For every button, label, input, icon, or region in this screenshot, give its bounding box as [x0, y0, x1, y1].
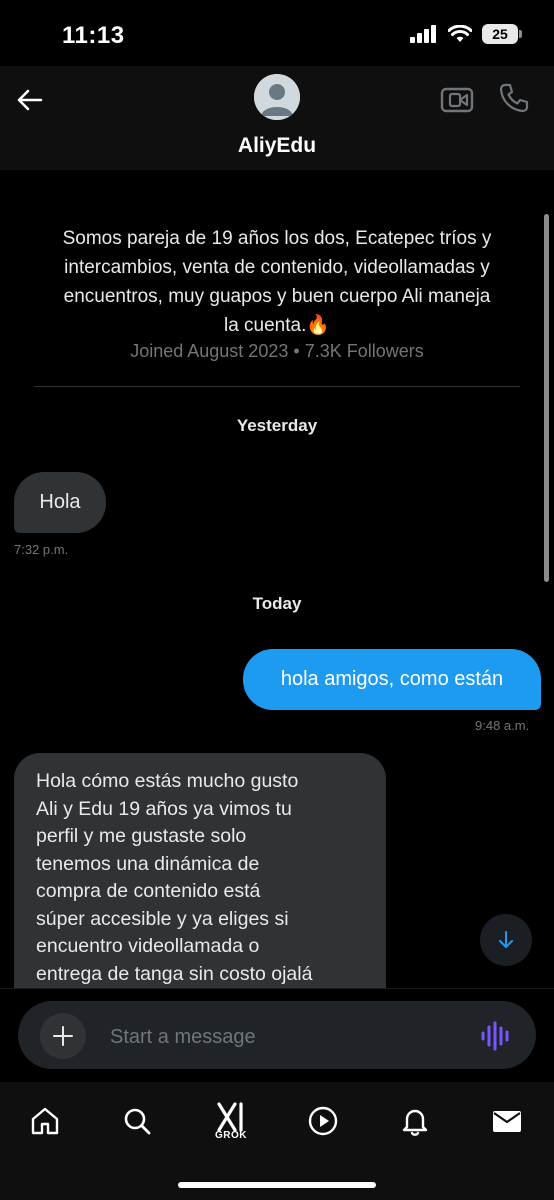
- day-label-yesterday: Yesterday: [236, 416, 318, 435]
- message-input[interactable]: [108, 1019, 452, 1055]
- message-composer: [18, 1001, 536, 1069]
- grok-icon: [217, 1101, 243, 1132]
- conversation-name[interactable]: AliyEdu: [0, 134, 554, 158]
- bottom-nav: GROK: [0, 1082, 554, 1200]
- avatar[interactable]: [254, 74, 300, 120]
- home-icon: [31, 1107, 59, 1135]
- search-icon: [124, 1108, 151, 1135]
- grok-label: GROK: [215, 1129, 247, 1141]
- scrollbar[interactable]: [544, 214, 549, 582]
- message-text: hola amigos, como están: [280, 668, 504, 690]
- message-bubble-outgoing[interactable]: hola amigos, como están: [243, 649, 541, 710]
- message-timestamp: 7:32 p.m.: [14, 542, 69, 557]
- add-media-button[interactable]: [40, 1013, 86, 1059]
- nav-notifications[interactable]: [392, 1098, 438, 1144]
- message-line: Hola cómo estás mucho gusto: [36, 770, 299, 792]
- voice-wave-icon[interactable]: [480, 1021, 512, 1051]
- status-bar: 11:13 25: [0, 0, 554, 66]
- avatar-icon: [254, 74, 300, 120]
- bell-icon: [402, 1109, 428, 1136]
- bio-line: encuentros, muy guapos y buen cuerpo Ali…: [63, 286, 491, 307]
- message-line: tenemos una dinámica de: [36, 852, 260, 875]
- battery-level: 25: [492, 26, 508, 42]
- battery-icon: 25: [482, 24, 522, 44]
- message-line: compra de contenido está: [36, 880, 261, 902]
- status-icons: 25: [410, 24, 522, 44]
- separator-dot: •: [293, 341, 300, 361]
- message-line: encuentro videollamada o: [36, 935, 260, 957]
- arrow-down-icon: [499, 931, 513, 948]
- nav-grok[interactable]: GROK: [208, 1098, 254, 1144]
- message-line: Ali y Edu 19 años ya vimos tu: [36, 797, 292, 820]
- joined-date: Joined August 2023: [130, 341, 289, 361]
- joined-followers: Joined August 2023 • 7.3K Followers: [0, 341, 554, 362]
- wifi-icon: [448, 25, 472, 42]
- scroll-to-bottom-button[interactable]: [480, 914, 532, 966]
- status-time: 11:13: [62, 22, 125, 49]
- message-text: Hola: [39, 491, 81, 513]
- message-line: entrega de tanga sin costo ojalá: [36, 962, 313, 985]
- message-line: perfil y me gustaste solo: [36, 825, 247, 847]
- bio-line: intercambios, venta de contenido, videol…: [64, 257, 490, 278]
- message-line: súper accesible y ya eliges si: [36, 907, 289, 930]
- day-label-today: Today: [252, 594, 302, 613]
- conversation-header: AliyEdu: [0, 66, 554, 170]
- profile-bio: Somos pareja de 19 años los dos, Ecatepe…: [30, 224, 524, 340]
- followers-count[interactable]: 7.3K Followers: [305, 341, 424, 361]
- play-icon: [308, 1106, 338, 1136]
- composer-area: [0, 988, 554, 1083]
- message-bubble-incoming[interactable]: Hola cómo estás mucho gusto Ali y Edu 19…: [14, 753, 386, 1013]
- message-bubble-incoming[interactable]: Hola: [14, 472, 106, 533]
- back-arrow-icon[interactable]: [14, 84, 46, 116]
- divider: [34, 386, 520, 387]
- video-camera-icon[interactable]: [440, 84, 474, 114]
- nav-home[interactable]: [22, 1098, 68, 1144]
- nav-messages[interactable]: [484, 1098, 530, 1144]
- nav-video[interactable]: [300, 1098, 346, 1144]
- home-indicator: [178, 1182, 376, 1188]
- signal-icon: [410, 25, 436, 43]
- plus-icon: [53, 1026, 73, 1046]
- nav-search[interactable]: [114, 1098, 160, 1144]
- mail-icon: [493, 1111, 521, 1132]
- bio-line: la cuenta.🔥: [223, 315, 331, 336]
- phone-icon[interactable]: [498, 82, 530, 114]
- message-timestamp: 9:48 a.m.: [475, 718, 530, 733]
- bio-line: Somos pareja de 19 años los dos, Ecatepe…: [62, 228, 492, 249]
